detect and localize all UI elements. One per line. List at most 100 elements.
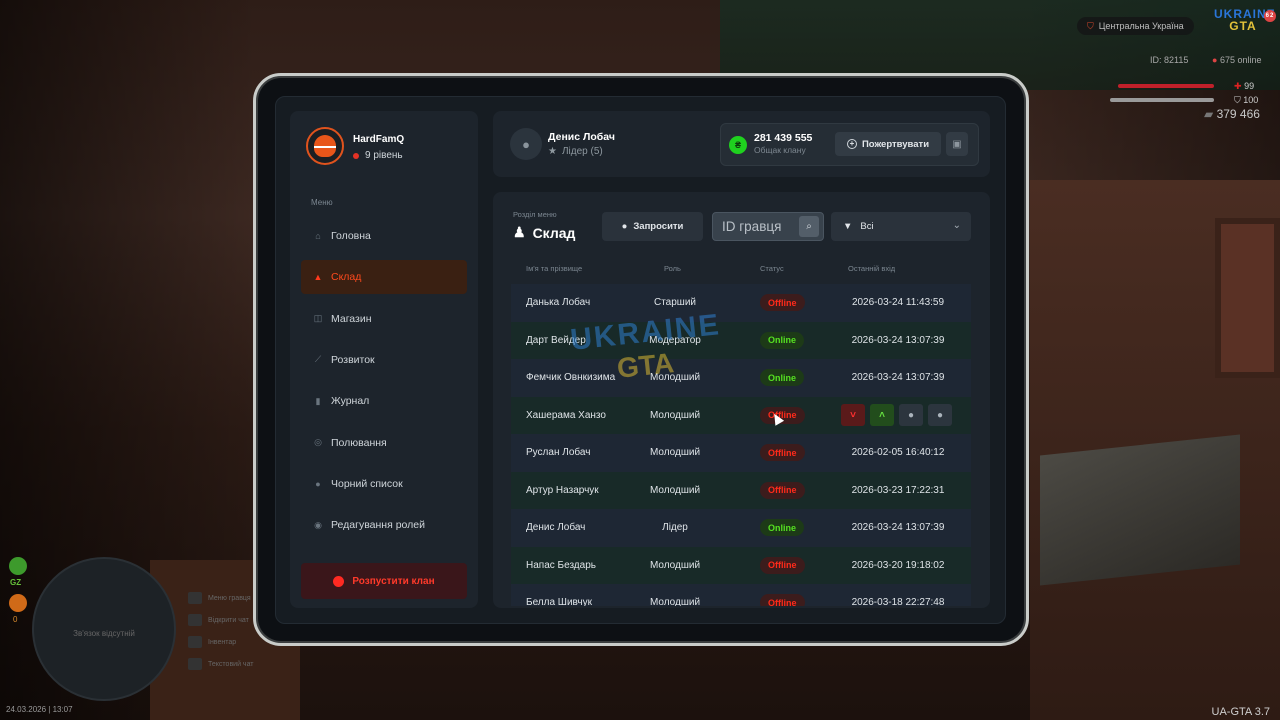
- hud-date: 24.03.2026 | 13:07: [6, 705, 73, 714]
- hotkey-hint: Відкрити чат: [188, 610, 254, 632]
- sidebar-item[interactable]: ◫ Магазин: [301, 302, 467, 336]
- sidebar-item-icon: ⌂: [315, 231, 321, 241]
- kick-member-button[interactable]: ●: [928, 404, 952, 427]
- demote-button[interactable]: ˅: [841, 404, 865, 427]
- disband-label: Розпустити клан: [352, 575, 435, 587]
- column-header-name: Ім'я та прізвище: [526, 264, 583, 273]
- chevron-down-icon: ⌄: [952, 220, 961, 231]
- hotkey-hint-label: Меню гравця: [208, 595, 251, 602]
- promote-button[interactable]: ˄: [870, 404, 894, 427]
- sidebar-item-icon: ◎: [314, 437, 322, 447]
- member-last-login: 2026-03-24 11:43:59: [851, 297, 945, 309]
- table-row[interactable]: Дарт Вейдер Модератор Online 2026-03-24 13:…: [511, 321, 971, 359]
- status-badge: Online: [760, 369, 805, 387]
- coin-icon: ₴: [729, 136, 747, 154]
- search-icon[interactable]: ⌕: [799, 216, 819, 237]
- player-id-placeholder: ID гравця: [722, 219, 782, 234]
- wanted-label: 0: [13, 615, 18, 624]
- table-row[interactable]: Данька Лобач Старший Offline 2026-03-24 11:…: [511, 284, 971, 322]
- member-last-login: 2026-02-05 16:40:12: [851, 447, 945, 459]
- hud-money: ▰ 379 466: [1204, 107, 1260, 121]
- disband-icon: [333, 575, 345, 587]
- hud-online: ● 675 online: [1212, 55, 1262, 65]
- member-last-login: 2026-03-18 22:27:48: [851, 597, 945, 606]
- member-role: Молодший: [649, 372, 701, 384]
- filter-value: Всі: [860, 221, 874, 232]
- status-badge: Offline: [760, 294, 805, 312]
- table-row[interactable]: Руслан Лобач Молодший Offline 2026-02-05 16…: [511, 434, 971, 472]
- sidebar-item[interactable]: ⟋ Розвиток: [301, 343, 467, 377]
- role-filter-select[interactable]: ▼ Всі ⌄: [831, 212, 971, 241]
- server-logo: UKRAINE GTA 62: [1214, 8, 1276, 40]
- member-role: Молодший: [649, 484, 701, 496]
- leader-name: Денис Лобач: [548, 131, 615, 143]
- sidebar-item[interactable]: ◉ Редагування ролей: [301, 508, 467, 542]
- leader-role: ★ Лідер (5): [548, 146, 603, 157]
- star-icon: ★: [548, 146, 557, 157]
- table-row[interactable]: Денис Лобач Лідер Online 2026-03-24 13:07:3…: [511, 509, 971, 547]
- sidebar-item[interactable]: ◎ Полювання: [301, 426, 467, 460]
- online-icon: ●: [1212, 55, 1218, 65]
- sidebar-item[interactable]: ▲ Склад: [301, 260, 467, 295]
- status-badge: Online: [760, 331, 805, 349]
- hud-region-text: Центральна Україна: [1098, 21, 1184, 31]
- sidebar-item-label: Журнал: [331, 395, 370, 408]
- sidebar-item-icon: ◫: [313, 313, 323, 324]
- sidebar-item-icon: ▮: [315, 395, 321, 406]
- hotkey-hint: Текстовий чат: [188, 654, 254, 676]
- member-name: Денис Лобач: [526, 522, 586, 534]
- hotkey-hint-label: Відкрити чат: [208, 617, 249, 624]
- greenzone-label: GZ: [10, 578, 22, 587]
- status-badge: Offline: [760, 556, 805, 574]
- table-row[interactable]: Артур Назарчук Молодший Offline 2026-03-23 …: [511, 471, 971, 509]
- invite-button[interactable]: ● Запросити: [602, 212, 703, 241]
- plus-circle-icon: +: [846, 139, 857, 149]
- table-row[interactable]: Фемчик Овнкизима Молодший Online 2026-03-24…: [511, 359, 971, 397]
- sidebar-item-label: Склад: [331, 271, 362, 284]
- hud-health-value: 99: [1244, 81, 1255, 91]
- member-last-login: 2026-03-24 13:07:39: [851, 522, 945, 534]
- member-role: Модератор: [649, 334, 701, 346]
- sidebar-item-label: Головна: [331, 230, 371, 242]
- column-header-role: Роль: [664, 264, 681, 273]
- clan-logo-icon: [314, 135, 336, 157]
- server-logo-bottom: GTA: [1229, 19, 1257, 33]
- hud-region-badge: ⛉ Центральна Україна: [1077, 17, 1194, 35]
- hotkey-hint: Меню гравця: [188, 588, 254, 610]
- member-name: Данька Лобач: [526, 297, 591, 309]
- section-title-text: Склад: [532, 224, 576, 241]
- member-profile-button[interactable]: ●: [899, 404, 923, 427]
- menu-section-label: Меню: [311, 198, 333, 207]
- hotkey-hint: Інвентар: [188, 632, 254, 654]
- donate-button[interactable]: + Пожертвувати: [835, 132, 941, 156]
- column-header-status: Статус: [760, 264, 784, 273]
- health-bar: [1118, 84, 1214, 88]
- sidebar-item[interactable]: ⌂ Головна: [301, 219, 467, 253]
- safe-icon[interactable]: ▣: [946, 132, 968, 156]
- money-icon: ▰: [1204, 107, 1214, 121]
- member-name: Напас Бездарь: [526, 559, 596, 571]
- status-badge: Offline: [760, 594, 805, 606]
- filter-icon: ▼: [843, 221, 853, 232]
- member-role: Лідер: [662, 522, 688, 534]
- group-icon: ♟: [513, 224, 526, 240]
- hotkey-hints: Меню гравця Відкрити чат Інвентар Тексто…: [188, 588, 254, 676]
- clan-level-text: 9 рівень: [365, 150, 403, 161]
- hotkey-hint-label: Інвентар: [208, 639, 237, 646]
- leader-avatar-icon: ●: [510, 128, 542, 160]
- sidebar-item-label: Розвиток: [331, 353, 375, 366]
- table-row[interactable]: Хашерама Ханзо Молодший Offline ˅ ˄ ● ●: [511, 396, 971, 434]
- donate-label: Пожертвувати: [861, 138, 930, 150]
- sidebar-item[interactable]: ● Чорний список: [301, 467, 467, 501]
- minimap-text: Зв'язок відсутній: [73, 629, 135, 638]
- server-logo-badge: 62: [1264, 10, 1276, 22]
- member-name: Дарт Вейдер: [526, 334, 586, 346]
- table-row[interactable]: Напас Бездарь Молодший Offline 2026-03-20 1…: [511, 546, 971, 584]
- clan-name: HardFamQ: [353, 134, 405, 145]
- sidebar-item[interactable]: ▮ Журнал: [301, 384, 467, 418]
- disband-clan-button[interactable]: Розпустити клан: [301, 563, 467, 599]
- table-row[interactable]: Белла Шивчук Молодший Offline 2026-03-18 22…: [511, 584, 971, 606]
- wanted-icon: [9, 594, 27, 612]
- hud-online-text: 675 online: [1219, 55, 1262, 65]
- member-role: Молодший: [649, 447, 701, 459]
